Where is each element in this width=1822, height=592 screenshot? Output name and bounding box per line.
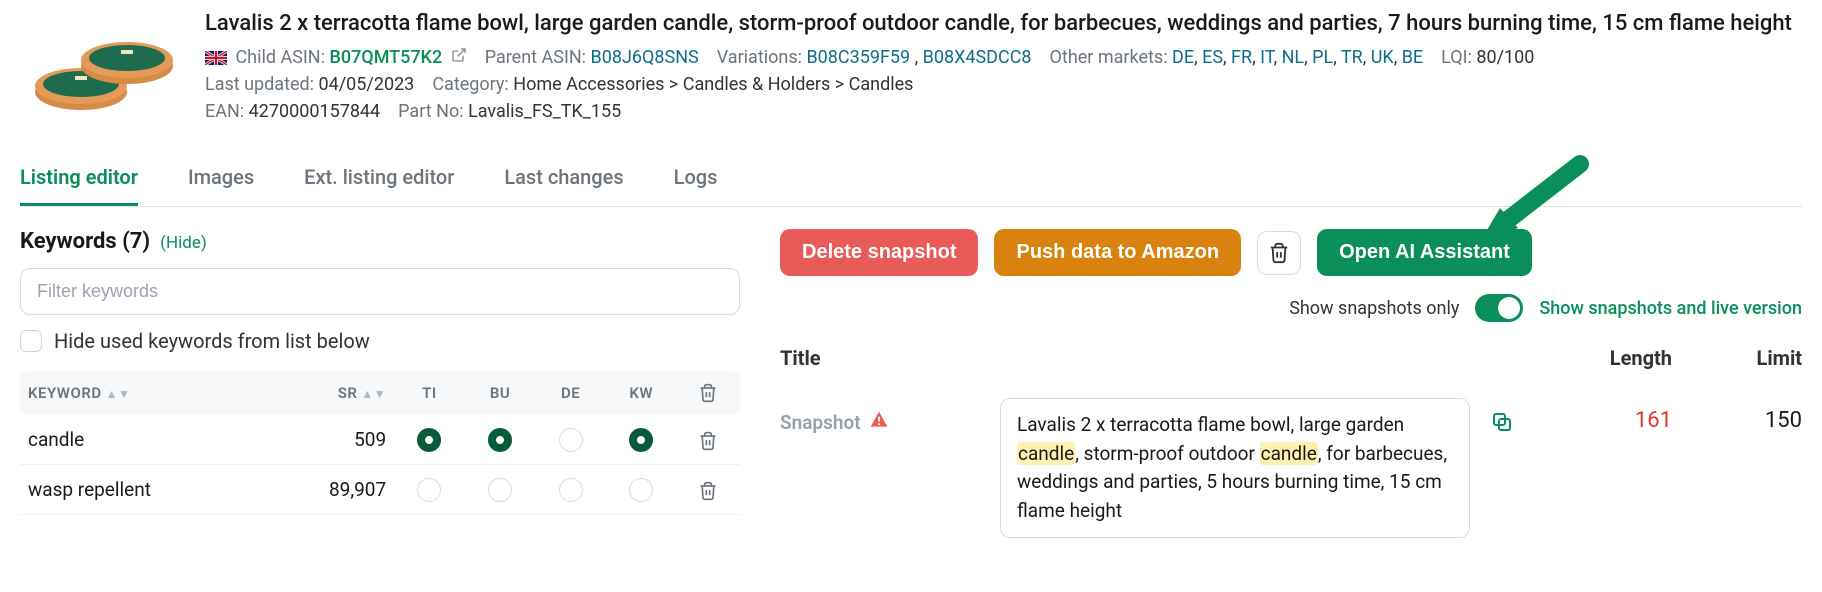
ean-label: EAN:: [205, 101, 244, 122]
tab-images[interactable]: Images: [188, 155, 254, 206]
title-heading: Title: [780, 346, 1532, 370]
lqi-value: 80/100: [1476, 47, 1534, 68]
length-heading: Length: [1552, 346, 1672, 370]
variations-label: Variations:: [717, 47, 802, 68]
copy-icon[interactable]: [1490, 398, 1532, 439]
last-updated-value: 04/05/2023: [319, 74, 415, 95]
snapshot-title-input[interactable]: Lavalis 2 x terracotta flame bowl, large…: [1000, 398, 1470, 538]
kw-cell: candle: [20, 415, 265, 464]
tab-ext-listing-editor[interactable]: Ext. listing editor: [304, 155, 454, 206]
de-cell[interactable]: [535, 415, 606, 464]
ti-cell[interactable]: [394, 465, 465, 515]
row-trash[interactable]: [676, 415, 740, 464]
limit-heading: Limit: [1692, 346, 1802, 370]
flag-uk-icon: [205, 51, 227, 65]
kw-cell: wasp repellent: [20, 465, 265, 515]
market-be[interactable]: BE: [1402, 47, 1423, 68]
partno-value: Lavalis_FS_TK_155: [468, 101, 621, 122]
market-fr[interactable]: FR: [1231, 47, 1252, 68]
tab-listing-editor[interactable]: Listing editor: [20, 155, 138, 206]
bu-cell[interactable]: [465, 465, 536, 515]
tab-last-changes[interactable]: Last changes: [504, 155, 623, 206]
table-row: wasp repellent89,907: [20, 465, 740, 515]
col-keyword[interactable]: KEYWORD▲▼: [20, 371, 265, 415]
market-tr[interactable]: TR: [1341, 47, 1363, 68]
table-row: candle509: [20, 415, 740, 464]
partno-label: Part No:: [398, 101, 463, 122]
child-asin-value[interactable]: B07QMT57K2: [329, 47, 442, 68]
col-bu: BU: [465, 371, 536, 415]
length-value: 161: [1552, 398, 1672, 433]
push-to-amazon-button[interactable]: Push data to Amazon: [994, 229, 1241, 276]
toggle-left-label: Show snapshots only: [1289, 298, 1459, 319]
delete-snapshot-button[interactable]: Delete snapshot: [780, 229, 978, 276]
snapshot-label: Snapshot: [780, 411, 861, 434]
market-de[interactable]: DE: [1172, 47, 1194, 68]
keywords-table: KEYWORD▲▼ SR▲▼ TI BU DE KW candle509wasp…: [20, 371, 740, 515]
keywords-heading: Keywords (7): [20, 229, 150, 254]
kw-flag-cell[interactable]: [606, 415, 677, 464]
col-kw: KW: [606, 371, 677, 415]
market-uk[interactable]: UK: [1371, 47, 1394, 68]
lqi-label: LQI:: [1441, 47, 1472, 68]
variation-1[interactable]: B08C359F59: [806, 47, 910, 68]
de-cell[interactable]: [535, 465, 606, 515]
last-updated-label: Last updated:: [205, 74, 314, 95]
annotation-arrow-icon: [1460, 154, 1590, 259]
snapshots-toggle[interactable]: [1475, 294, 1523, 322]
warning-icon: [869, 410, 889, 435]
col-trash: [676, 371, 740, 415]
tab-logs[interactable]: Logs: [674, 155, 718, 206]
external-link-icon[interactable]: [451, 47, 467, 68]
col-sr[interactable]: SR▲▼: [265, 371, 394, 415]
ean-value: 4270000157844: [249, 101, 381, 122]
hide-used-label: Hide used keywords from list below: [54, 329, 370, 353]
other-markets-label: Other markets:: [1050, 47, 1168, 68]
hide-used-checkbox[interactable]: [20, 330, 42, 352]
product-title: Lavalis 2 x terracotta flame bowl, large…: [205, 10, 1802, 39]
child-asin-label: Child ASIN:: [235, 47, 325, 68]
row-trash[interactable]: [676, 465, 740, 515]
toggle-right-label: Show snapshots and live version: [1539, 298, 1802, 319]
variation-2[interactable]: B08X4SDCC8: [923, 47, 1032, 68]
trash-button[interactable]: [1257, 231, 1301, 275]
col-ti: TI: [394, 371, 465, 415]
market-nl[interactable]: NL: [1282, 47, 1305, 68]
limit-value: 150: [1692, 398, 1802, 433]
market-es[interactable]: ES: [1202, 47, 1223, 68]
filter-keywords-input[interactable]: [20, 268, 740, 315]
kw-flag-cell[interactable]: [606, 465, 677, 515]
keywords-hide-link[interactable]: (Hide): [160, 233, 207, 253]
parent-asin-value[interactable]: B08J6Q8SNS: [591, 47, 699, 68]
col-de: DE: [535, 371, 606, 415]
parent-asin-label: Parent ASIN:: [485, 47, 586, 68]
sr-cell: 509: [265, 415, 394, 464]
sr-cell: 89,907: [265, 465, 394, 515]
category-value: Home Accessories > Candles & Holders > C…: [513, 74, 913, 95]
product-thumbnail: [20, 10, 185, 130]
market-pl[interactable]: PL: [1312, 47, 1333, 68]
market-it[interactable]: IT: [1260, 47, 1273, 68]
ti-cell[interactable]: [394, 415, 465, 464]
category-label: Category:: [432, 74, 508, 95]
bu-cell[interactable]: [465, 415, 536, 464]
